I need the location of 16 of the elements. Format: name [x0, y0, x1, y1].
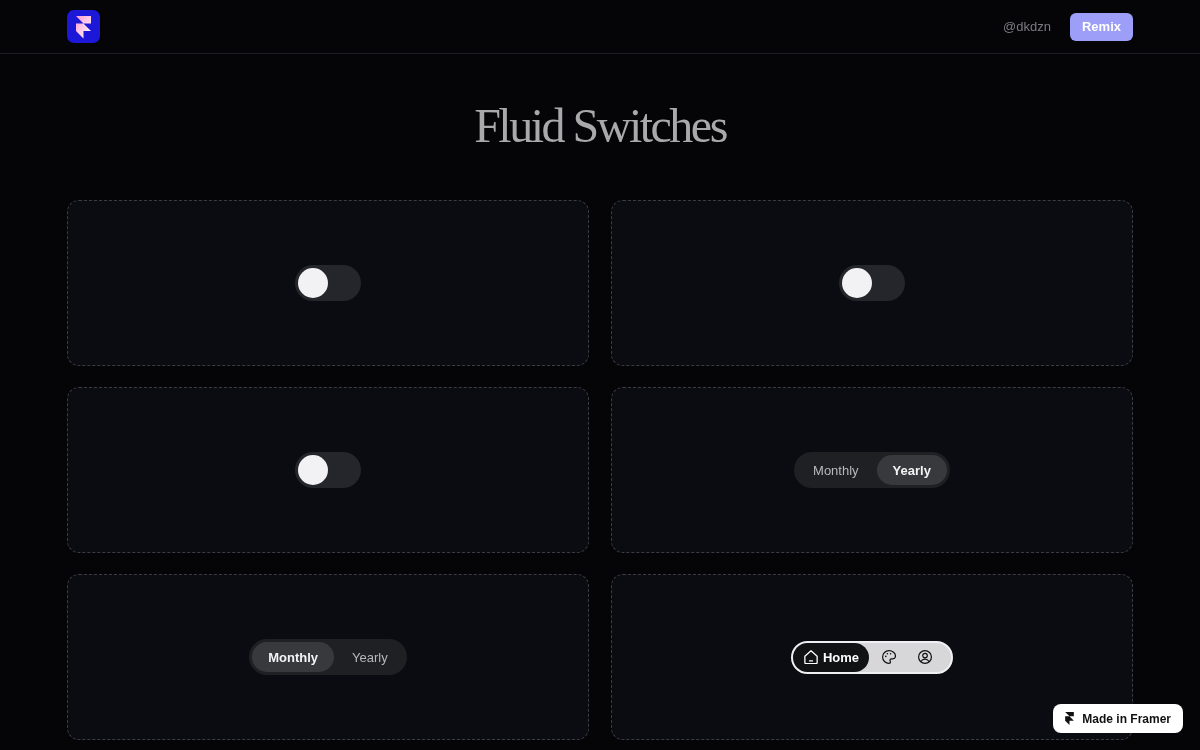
logo-icon — [1065, 712, 1075, 725]
made-in-framer-badge[interactable]: Made in Framer — [1053, 704, 1183, 733]
toggle-switch[interactable] — [839, 265, 905, 301]
author-handle[interactable]: @dkdzn — [1003, 19, 1051, 34]
nav-tab[interactable]: Home — [792, 642, 870, 672]
segment-tab[interactable]: Yearly — [876, 455, 947, 485]
palette-icon — [882, 650, 897, 664]
segment-tab[interactable]: Yearly — [336, 642, 404, 672]
segment-tab[interactable]: Monthly — [252, 642, 335, 672]
house-icon — [803, 650, 818, 664]
segment-tab[interactable]: Monthly — [797, 455, 875, 485]
page-title: Fluid Switches — [473, 98, 728, 154]
toggle-switch[interactable] — [295, 265, 361, 301]
logo-icon[interactable] — [67, 10, 100, 43]
toggle-switch[interactable] — [295, 452, 361, 488]
user-icon — [918, 650, 933, 664]
